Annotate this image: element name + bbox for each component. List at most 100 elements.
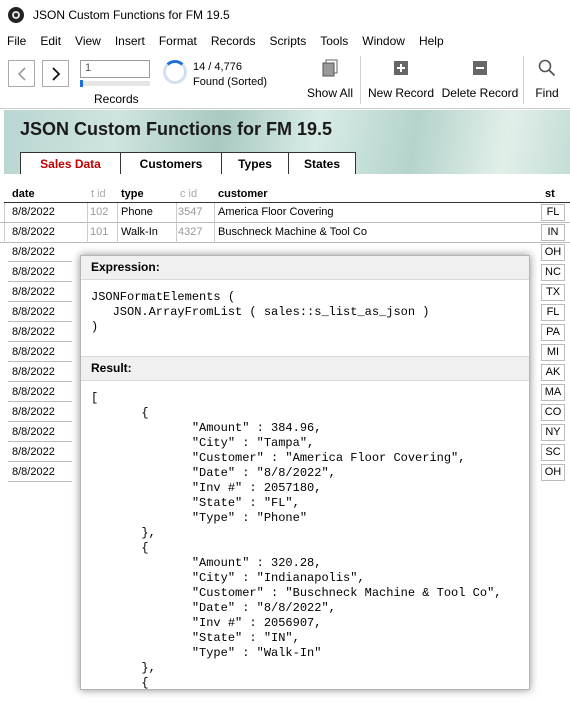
result-code: [ { "Amount" : 384.96, "City" : "Tampa",… <box>91 391 502 690</box>
column-divider <box>176 203 177 243</box>
date-cell[interactable]: 8/8/2022 <box>8 263 72 282</box>
tid-cell: 102 <box>90 206 109 218</box>
date-cell[interactable]: 8/8/2022 <box>8 323 72 342</box>
column-divider <box>87 203 88 243</box>
toolbar-divider <box>360 56 361 104</box>
column-header-customer: customer <box>218 188 268 200</box>
state-cell[interactable]: PA <box>541 324 565 341</box>
column-header-date: date <box>12 188 35 200</box>
row-left-edge <box>4 203 5 243</box>
state-cell[interactable]: IN <box>541 224 565 241</box>
column-divider <box>117 203 118 243</box>
state-cell[interactable]: TX <box>541 284 565 301</box>
window-title: JSON Custom Functions for FM 19.5 <box>33 8 230 22</box>
date-cell[interactable]: 8/8/2022 <box>8 223 72 242</box>
date-cell[interactable]: 8/8/2022 <box>8 403 72 422</box>
menu-format[interactable]: Format <box>152 34 204 48</box>
state-cell[interactable]: FL <box>541 304 565 321</box>
menu-records[interactable]: Records <box>204 34 263 48</box>
table-row[interactable]: 8/8/2022 102 Phone 3547 America Floor Co… <box>0 203 570 223</box>
menu-edit[interactable]: Edit <box>33 34 68 48</box>
customer-cell[interactable]: Buschneck Machine & Tool Co <box>214 223 367 242</box>
magnifier-icon <box>537 58 557 78</box>
status-toolbar: 1 Records 14 / 4,776 Found (Sorted) Show… <box>0 52 570 109</box>
column-header-state: st <box>545 188 555 200</box>
tab-bar: Sales Data Customers Types States <box>20 152 356 174</box>
date-cell[interactable]: 8/8/2022 <box>8 443 72 462</box>
state-cell[interactable]: CO <box>541 404 565 421</box>
column-header-cid: c id <box>180 188 198 200</box>
next-record-button[interactable] <box>42 60 69 87</box>
date-cell[interactable]: 8/8/2022 <box>8 463 72 482</box>
found-set-pie-icon <box>163 60 187 84</box>
filemaker-app-icon <box>8 7 24 23</box>
show-all-button[interactable]: Show All <box>304 58 356 106</box>
menu-bar: File Edit View Insert Format Records Scr… <box>0 31 451 51</box>
menu-insert[interactable]: Insert <box>108 34 152 48</box>
menu-window[interactable]: Window <box>355 34 412 48</box>
new-record-label: New Record <box>367 86 435 100</box>
found-count: 14 / 4,776 <box>193 61 242 73</box>
result-label: Result: <box>81 357 529 381</box>
date-cell[interactable]: 8/8/2022 <box>8 303 72 322</box>
menu-help[interactable]: Help <box>412 34 451 48</box>
title-bar: JSON Custom Functions for FM 19.5 <box>0 0 570 30</box>
menu-scripts[interactable]: Scripts <box>263 34 314 48</box>
type-cell[interactable]: Phone <box>117 203 153 222</box>
tab-customers[interactable]: Customers <box>120 152 222 174</box>
plus-icon <box>391 58 411 78</box>
cid-cell: 3547 <box>178 206 203 218</box>
result-panel: [ { "Amount" : 384.96, "City" : "Tampa",… <box>81 381 529 690</box>
state-cell[interactable]: OH <box>541 244 565 261</box>
date-cell[interactable]: 8/8/2022 <box>8 283 72 302</box>
record-slider[interactable] <box>80 80 150 87</box>
type-cell[interactable]: Walk-In <box>117 223 158 242</box>
state-cell[interactable]: NY <box>541 424 565 441</box>
show-all-icon <box>320 58 340 78</box>
chevron-left-icon <box>17 66 26 81</box>
state-cell[interactable]: SC <box>541 444 565 461</box>
date-cell[interactable]: 8/8/2022 <box>8 343 72 362</box>
column-header-type: type <box>121 188 144 200</box>
cid-cell: 4327 <box>178 226 203 238</box>
tab-states[interactable]: States <box>288 152 356 174</box>
customer-cell[interactable]: America Floor Covering <box>214 203 334 222</box>
state-cell[interactable]: MA <box>541 384 565 401</box>
menu-file[interactable]: File <box>0 34 33 48</box>
menu-view[interactable]: View <box>68 34 108 48</box>
find-button[interactable]: Find <box>532 58 562 106</box>
layout-header: JSON Custom Functions for FM 19.5 Sales … <box>4 110 570 174</box>
date-cell[interactable]: 8/8/2022 <box>8 243 72 262</box>
toolbar-divider <box>523 56 524 104</box>
tab-sales-data[interactable]: Sales Data <box>20 152 121 174</box>
state-cell[interactable]: FL <box>541 204 565 221</box>
expression-label: Expression: <box>81 256 529 280</box>
state-cell[interactable]: MI <box>541 344 565 361</box>
tab-types[interactable]: Types <box>221 152 289 174</box>
previous-record-button[interactable] <box>8 60 35 87</box>
column-header-tid: t id <box>91 188 106 200</box>
date-cell[interactable]: 8/8/2022 <box>8 383 72 402</box>
column-divider <box>214 203 215 243</box>
menu-tools[interactable]: Tools <box>313 34 355 48</box>
expression-panel: JSONFormatElements ( JSON.ArrayFromList … <box>81 280 529 357</box>
chevron-right-icon <box>51 66 60 81</box>
layout-title: JSON Custom Functions for FM 19.5 <box>20 119 333 139</box>
found-label: Found (Sorted) <box>193 76 267 88</box>
date-cell[interactable]: 8/8/2022 <box>8 423 72 442</box>
expression-code: JSONFormatElements ( JSON.ArrayFromList … <box>91 290 430 334</box>
new-record-button[interactable]: New Record <box>367 58 435 106</box>
find-label: Find <box>535 86 559 100</box>
delete-record-button[interactable]: Delete Record <box>441 58 519 106</box>
calculation-tooltip: Expression: JSONFormatElements ( JSON.Ar… <box>80 255 530 690</box>
records-label: Records <box>94 92 139 106</box>
date-cell[interactable]: 8/8/2022 <box>8 203 72 222</box>
state-cell[interactable]: OH <box>541 464 565 481</box>
state-cell[interactable]: NC <box>541 264 565 281</box>
date-cell[interactable]: 8/8/2022 <box>8 363 72 382</box>
current-record-input[interactable]: 1 <box>80 60 150 78</box>
minus-icon <box>470 58 490 78</box>
table-row[interactable]: 8/8/2022 101 Walk-In 4327 Buschneck Mach… <box>0 223 570 243</box>
state-cell[interactable]: AK <box>541 364 565 381</box>
show-all-label: Show All <box>306 86 354 100</box>
